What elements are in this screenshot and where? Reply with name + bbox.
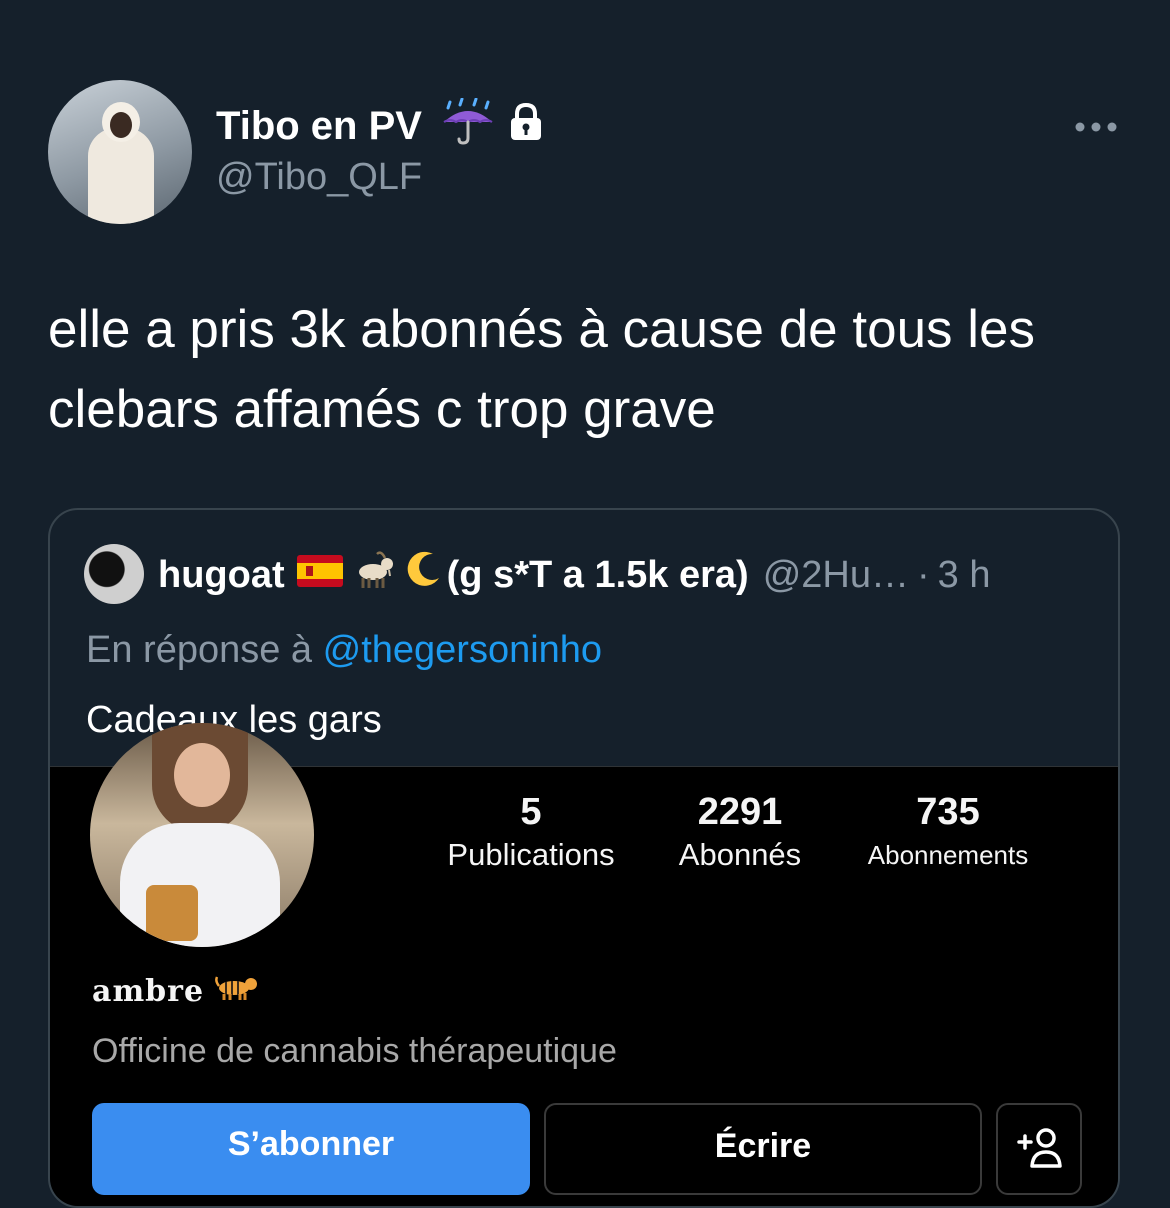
avatar-figure-face xyxy=(110,112,132,138)
author-name-icons xyxy=(440,97,544,151)
lock-icon xyxy=(508,102,544,147)
author-display-name[interactable]: Tibo en PV xyxy=(216,102,422,150)
ig-stat-followers: 2291 Abonnés xyxy=(662,789,818,875)
ig-stat-following: 735 Abonnements xyxy=(854,789,1042,875)
ig-stat-label: Abonnements xyxy=(867,840,1029,870)
quoted-author-emoji xyxy=(296,550,443,600)
add-user-button[interactable] xyxy=(996,1103,1082,1195)
author-handle[interactable]: @Tibo_QLF xyxy=(216,154,422,200)
ig-profile-bio: Officine de cannabis thérapeutique xyxy=(92,1032,617,1070)
ig-profile-name-row: ambre xyxy=(92,973,260,1009)
reply-mention-link[interactable]: @thegersoninho xyxy=(323,629,602,671)
tweet-text: elle a pris 3k abonnés à cause de tous l… xyxy=(48,300,1036,439)
separator-dot: · xyxy=(916,553,930,596)
ig-stat-posts: 5 Publications xyxy=(438,789,624,875)
more-horizontal-icon[interactable] xyxy=(1072,112,1120,142)
ig-stat-value: 735 xyxy=(916,791,980,833)
ig-stat-label: Publications xyxy=(447,837,615,872)
umbrella-with-rain-icon xyxy=(440,97,496,151)
author-avatar[interactable] xyxy=(48,80,192,224)
quoted-author-name-suffix: (g s*T a 1.5k era) xyxy=(446,553,749,596)
avatar-figure-body xyxy=(88,128,154,224)
add-user-icon xyxy=(1016,1127,1062,1178)
quoted-author-handle[interactable]: @2Hu… xyxy=(763,554,909,597)
ig-profile-avatar xyxy=(90,723,314,947)
avatar-beer-glass xyxy=(146,885,198,941)
tiger-icon xyxy=(214,973,260,1009)
reply-prefix: En réponse à xyxy=(86,629,313,671)
ig-stat-value: 5 xyxy=(520,791,542,833)
ig-stat-value: 2291 xyxy=(697,791,783,833)
goat-icon xyxy=(351,550,395,600)
quoted-author-avatar[interactable] xyxy=(84,544,144,604)
quoted-tweet-header: hugoat (g s*T a 1.5k era) @2Hu… · 3 h xyxy=(158,548,990,602)
message-button[interactable]: Écrire xyxy=(544,1103,982,1195)
follow-button[interactable]: S’abonner xyxy=(92,1103,530,1195)
quoted-tweet-card[interactable]: hugoat (g s*T a 1.5k era) @2Hu… · 3 h En… xyxy=(48,508,1120,1208)
attached-image[interactable]: 5 Publications 2291 Abonnés 735 Abonneme… xyxy=(50,723,1118,1206)
avatar-face xyxy=(174,743,230,807)
ig-stat-label: Abonnés xyxy=(678,837,802,872)
spain-flag-icon xyxy=(296,554,343,597)
crescent-moon-icon xyxy=(403,550,443,600)
ig-profile-name: ambre xyxy=(92,973,205,1009)
reply-context: En réponse à @thegersoninho xyxy=(86,626,602,674)
avatar-shirt xyxy=(120,823,280,947)
quoted-tweet-time[interactable]: 3 h xyxy=(938,554,991,597)
quoted-author-name[interactable]: hugoat xyxy=(158,554,285,597)
